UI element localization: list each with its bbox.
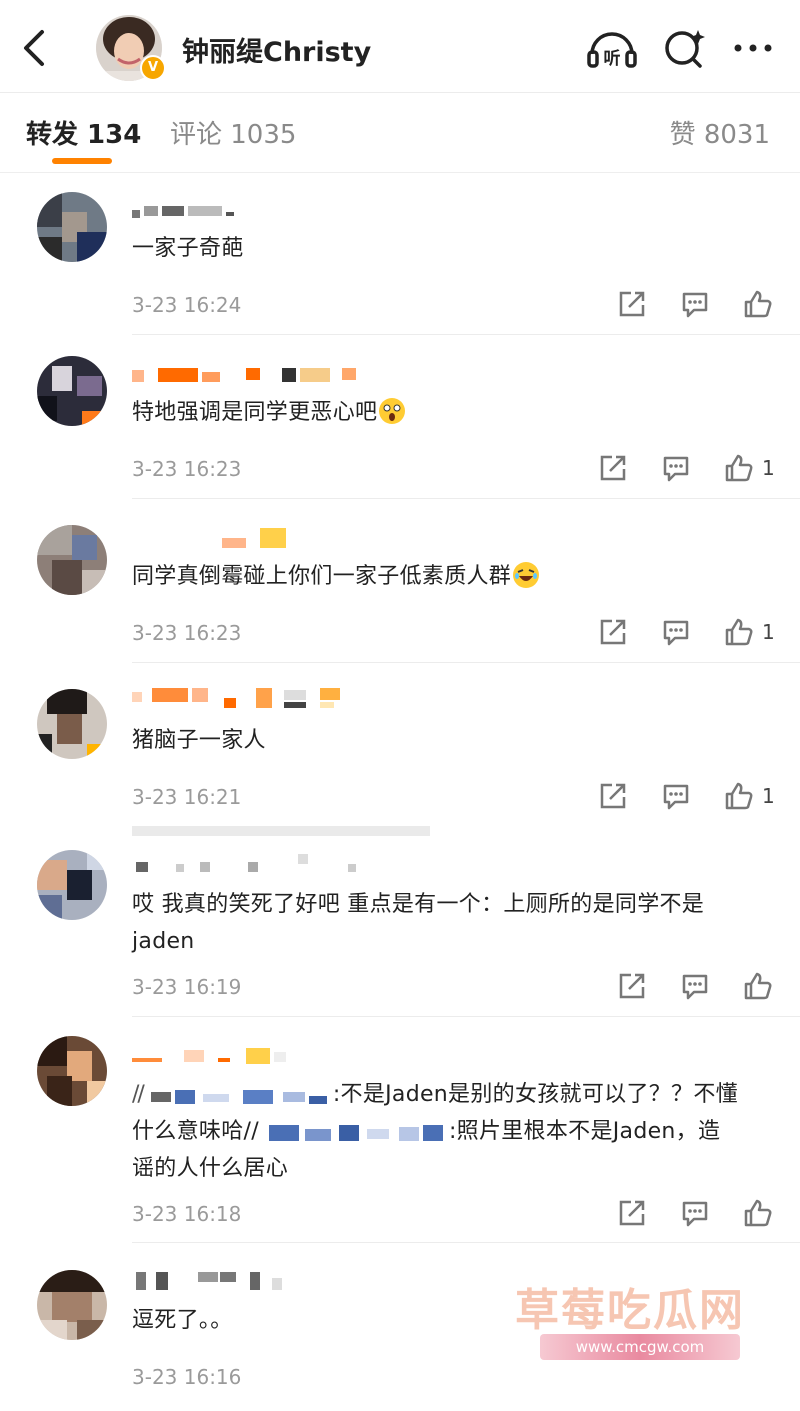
comment-text-line: // :不是Jaden是别的女孩就可以了？？不懂: [132, 1076, 772, 1113]
shocked-emoji-icon: [379, 398, 406, 424]
listen-label: 听: [604, 48, 621, 69]
active-tab-indicator: [52, 158, 112, 164]
comment-text: 哎 我真的笑死了好吧 重点是有一个：上厕所的是同学不是 jaden: [132, 886, 772, 960]
username-redacted[interactable]: [132, 366, 392, 386]
more-icon[interactable]: [730, 24, 780, 74]
comment-text: 同学真倒霉碰上你们一家子低素质人群: [132, 558, 772, 595]
tab-likes[interactable]: 赞 8031: [670, 114, 770, 151]
username-redacted[interactable]: [132, 204, 392, 224]
comment-text: 猪脑子一家人: [132, 728, 266, 753]
repost-icon[interactable]: [617, 1198, 647, 1228]
divider: [132, 826, 430, 836]
like-count: 1: [762, 784, 775, 808]
comment-icon[interactable]: [680, 971, 710, 1001]
comment-text-body: :不是Jaden是别的女孩就可以了？？不懂: [332, 1082, 738, 1107]
tab-comments[interactable]: 评论 1035: [170, 114, 296, 151]
avatar[interactable]: [37, 850, 107, 920]
like-icon[interactable]: [724, 781, 754, 811]
repost-icon[interactable]: [617, 289, 647, 319]
like-icon[interactable]: [724, 453, 754, 483]
comment-time: 3-23 16:21: [132, 785, 242, 809]
comment-text: 特地强调是同学更恶心吧: [132, 394, 772, 431]
username-redacted[interactable]: [132, 1046, 392, 1066]
comment-text-line: 谣的人什么居心: [132, 1156, 289, 1181]
divider: [132, 1016, 800, 1017]
comment-time: 3-23 16:18: [132, 1202, 242, 1226]
username-redacted[interactable]: [132, 688, 392, 708]
comment-time: 3-23 16:24: [132, 293, 242, 317]
like-icon[interactable]: [743, 971, 773, 1001]
comment-icon[interactable]: [661, 781, 691, 811]
avatar[interactable]: [37, 689, 107, 759]
verified-badge: V: [140, 55, 166, 81]
back-icon[interactable]: [18, 28, 52, 68]
comment-text-body: 同学真倒霉碰上你们一家子低素质人群: [132, 564, 512, 589]
comment-text-line: jaden: [132, 929, 195, 954]
page-title: 钟丽缇Christy: [182, 37, 372, 68]
avatar[interactable]: [37, 1036, 107, 1106]
tab-bar: 转发 134 评论 1035 赞 8031: [0, 92, 800, 173]
divider: [132, 662, 800, 663]
avatar[interactable]: [37, 192, 107, 262]
watermark-url: www.cmcgw.com: [540, 1334, 740, 1360]
comment-text-line: 什么意味哈// :照片里根本不是Jaden，造: [132, 1113, 772, 1150]
listen-icon[interactable]: 听: [586, 24, 637, 74]
comment-time: 3-23 16:16: [132, 1365, 242, 1389]
username-redacted[interactable]: [132, 528, 392, 548]
divider: [132, 1242, 800, 1243]
like-icon[interactable]: [724, 617, 754, 647]
divider: [132, 334, 800, 335]
comment-icon[interactable]: [680, 289, 710, 319]
search-icon[interactable]: [660, 24, 710, 74]
comment-text-body: 特地强调是同学更恶心吧: [132, 400, 378, 425]
comment-text: // :不是Jaden是别的女孩就可以了？？不懂 什么意味哈// :照片里根本不是J…: [132, 1076, 772, 1187]
divider: [132, 498, 800, 499]
top-bar: V 钟丽缇Christy 听: [0, 0, 800, 93]
like-icon[interactable]: [743, 1198, 773, 1228]
repost-icon[interactable]: [598, 781, 628, 811]
avatar[interactable]: [37, 356, 107, 426]
avatar[interactable]: V: [96, 15, 166, 83]
repost-icon[interactable]: [617, 971, 647, 1001]
repost-icon[interactable]: [598, 453, 628, 483]
username-redacted[interactable]: [132, 854, 392, 874]
comment-time: 3-23 16:23: [132, 621, 242, 645]
comment-icon[interactable]: [661, 453, 691, 483]
comment-time: 3-23 16:19: [132, 975, 242, 999]
avatar[interactable]: [37, 525, 107, 595]
username-redacted[interactable]: [132, 1270, 392, 1290]
comment-icon[interactable]: [680, 1198, 710, 1228]
repost-prefix: //: [132, 1082, 145, 1107]
like-count: 1: [762, 456, 775, 480]
comment-text: 一家子奇葩: [132, 236, 244, 261]
username-redacted[interactable]: [143, 1084, 333, 1104]
avatar[interactable]: [37, 1270, 107, 1340]
comment-text-line: 哎 我真的笑死了好吧 重点是有一个：上厕所的是同学不是: [132, 892, 705, 917]
watermark-logo: 草莓吃瓜网: [515, 1285, 745, 1336]
comment-icon[interactable]: [661, 617, 691, 647]
comment-time: 3-23 16:23: [132, 457, 242, 481]
laughing-emoji-icon: [513, 562, 540, 588]
repost-icon[interactable]: [598, 617, 628, 647]
like-icon[interactable]: [743, 289, 773, 319]
like-count: 1: [762, 620, 775, 644]
comment-text-body: :照片里根本不是Jaden，造: [448, 1119, 721, 1144]
username-redacted[interactable]: [259, 1121, 449, 1141]
comment-text-body: 什么意味哈//: [132, 1119, 259, 1144]
tab-reposts[interactable]: 转发 134: [26, 114, 141, 151]
